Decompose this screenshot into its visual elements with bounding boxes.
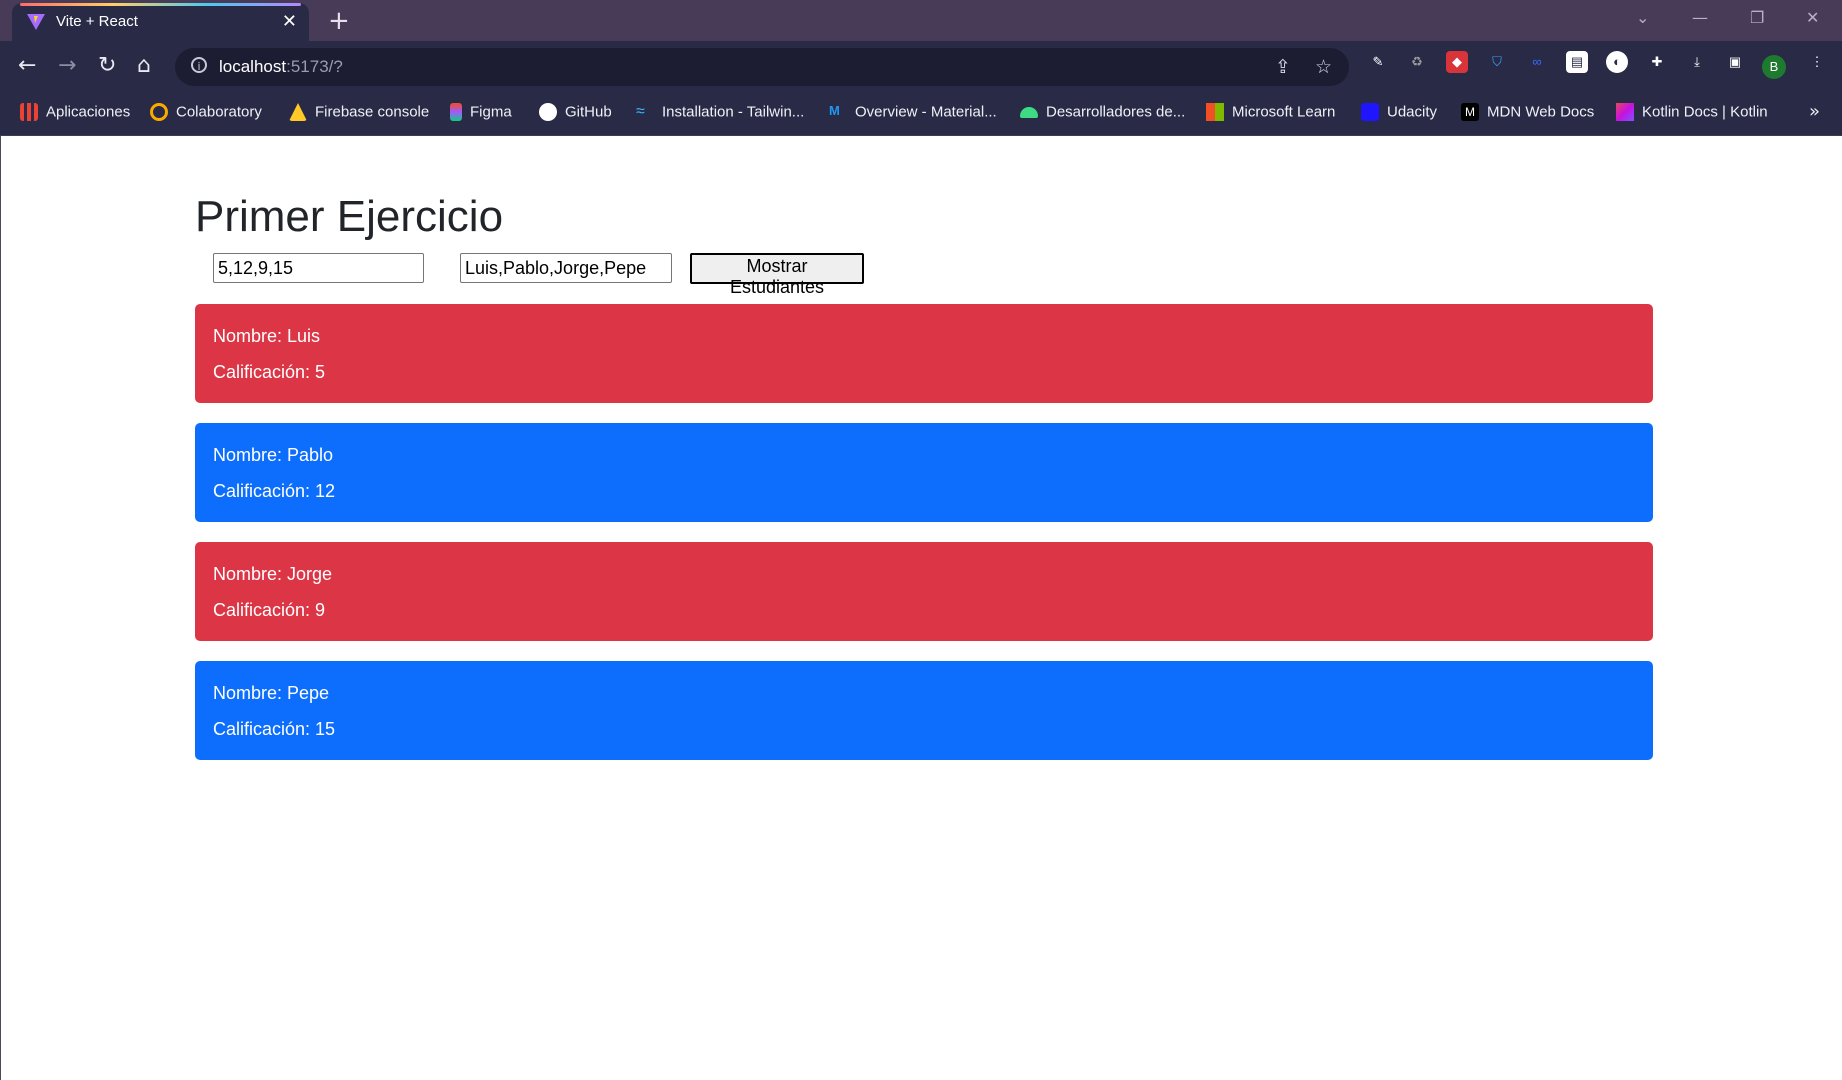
back-icon[interactable]: ← <box>18 53 36 78</box>
student-grade: Calificación: 15 <box>213 719 336 739</box>
student-card: Nombre: Jorge Calificación: 9 <box>195 542 1653 641</box>
new-tab-icon[interactable]: + <box>328 6 350 36</box>
figma-icon <box>450 103 462 122</box>
pen-extension-icon[interactable]: ✎ <box>1367 51 1389 73</box>
bookmark-firebase[interactable]: Firebase console <box>289 103 429 123</box>
close-icon[interactable]: ✕ <box>282 11 297 32</box>
star-icon[interactable]: ☆ <box>1315 56 1332 78</box>
student-card: Nombre: Pepe Calificación: 15 <box>195 661 1653 760</box>
tailwind-icon: ≈ <box>636 103 645 121</box>
download-icon[interactable]: ⤓ <box>1686 51 1708 73</box>
minimize-icon[interactable]: — <box>1692 8 1708 27</box>
student-grade: Calificación: 9 <box>213 600 326 620</box>
recycle-extension-icon[interactable]: ♻ <box>1406 51 1428 73</box>
bookmark-aplicaciones[interactable]: Aplicaciones <box>20 103 130 123</box>
circle-extension-icon[interactable]: ◐ <box>1606 51 1628 73</box>
bookmark-figma[interactable]: Figma <box>450 103 512 123</box>
side-panel-icon[interactable]: ▣ <box>1724 51 1746 73</box>
bookmark-tailwind[interactable]: ≈ Installation - Tailwin... <box>636 103 804 123</box>
kotlin-icon <box>1616 103 1634 122</box>
bookmark-github[interactable]: GitHub <box>539 103 612 123</box>
student-name: Nombre: Pablo <box>213 445 334 465</box>
material-ui-icon: M <box>829 103 840 119</box>
profile-avatar[interactable]: B <box>1762 55 1786 79</box>
colab-icon <box>150 103 168 122</box>
android-icon <box>1020 106 1038 118</box>
github-icon <box>539 103 557 122</box>
bookmark-mdn[interactable]: M MDN Web Docs <box>1461 103 1594 123</box>
vite-logo-icon <box>27 14 45 30</box>
address-bar[interactable]: i localhost:5173/? ⇪ ☆ <box>175 48 1349 86</box>
tab-accent-bar <box>20 3 301 6</box>
bookmark-colaboratory[interactable]: Colaboratory <box>150 103 262 123</box>
student-grade: Calificación: 5 <box>213 362 326 382</box>
reload-icon[interactable]: ↻ <box>98 53 116 78</box>
restore-icon[interactable]: ❐ <box>1750 8 1764 27</box>
bookmark-udacity[interactable]: Udacity <box>1361 103 1437 123</box>
udacity-icon <box>1361 103 1379 122</box>
grades-input[interactable] <box>213 253 424 283</box>
student-grade: Calificación: 12 <box>213 481 336 501</box>
show-students-button[interactable]: Mostrar Estudiantes <box>690 253 864 297</box>
meta-extension-icon[interactable]: ∞ <box>1526 51 1548 73</box>
microsoft-icon <box>1206 103 1224 122</box>
student-name: Nombre: Jorge <box>213 564 333 584</box>
shield-extension-icon[interactable]: ⛉ <box>1486 51 1508 73</box>
home-icon[interactable]: ⌂ <box>137 53 151 78</box>
browser-tab[interactable]: Vite + React ✕ <box>12 3 309 41</box>
bookmark-material[interactable]: M Overview - Material... <box>829 103 997 123</box>
document-extension-icon[interactable]: ▤ <box>1566 51 1588 73</box>
page-title: Primer Ejercicio <box>195 192 504 241</box>
chevron-down-icon[interactable]: ⌄ <box>1636 8 1649 27</box>
firebase-icon <box>289 103 307 122</box>
student-card: Nombre: Luis Calificación: 5 <box>195 304 1653 403</box>
apps-grid-icon <box>20 103 38 122</box>
url-text[interactable]: localhost:5173/? <box>219 57 343 77</box>
site-info-icon[interactable]: i <box>191 57 207 73</box>
bookmark-kotlin[interactable]: Kotlin Docs | Kotlin <box>1616 103 1768 123</box>
names-input[interactable] <box>460 253 672 283</box>
page-content: Primer Ejercicio Mostrar Estudiantes Nom… <box>0 136 1842 1080</box>
puzzle-extensions-icon[interactable]: ✚ <box>1646 51 1668 73</box>
student-name: Nombre: Pepe <box>213 683 330 703</box>
menu-kebab-icon[interactable]: ⋮ <box>1806 51 1828 73</box>
bookmark-microsoft-learn[interactable]: Microsoft Learn <box>1206 103 1335 123</box>
browser-toolbar: ← → ↻ ⌂ i localhost:5173/? ⇪ ☆ ✎ ♻ ◆ ⛉ ∞… <box>0 41 1842 91</box>
red-extension-icon[interactable]: ◆ <box>1446 51 1468 73</box>
bookmark-android[interactable]: Desarrolladores de... <box>1020 103 1185 123</box>
more-bookmarks-icon[interactable]: » <box>1809 101 1820 122</box>
mdn-icon: M <box>1461 103 1479 122</box>
student-name: Nombre: Luis <box>213 326 321 346</box>
forward-icon[interactable]: → <box>58 53 76 78</box>
window-close-icon[interactable]: ✕ <box>1806 8 1819 27</box>
tab-strip: Vite + React ✕ + ⌄ — ❐ ✕ <box>0 0 1842 41</box>
student-card: Nombre: Pablo Calificación: 12 <box>195 423 1653 522</box>
bookmarks-bar: Aplicaciones Colaboratory Firebase conso… <box>0 91 1842 136</box>
share-icon[interactable]: ⇪ <box>1275 56 1291 78</box>
tab-title: Vite + React <box>56 13 138 30</box>
